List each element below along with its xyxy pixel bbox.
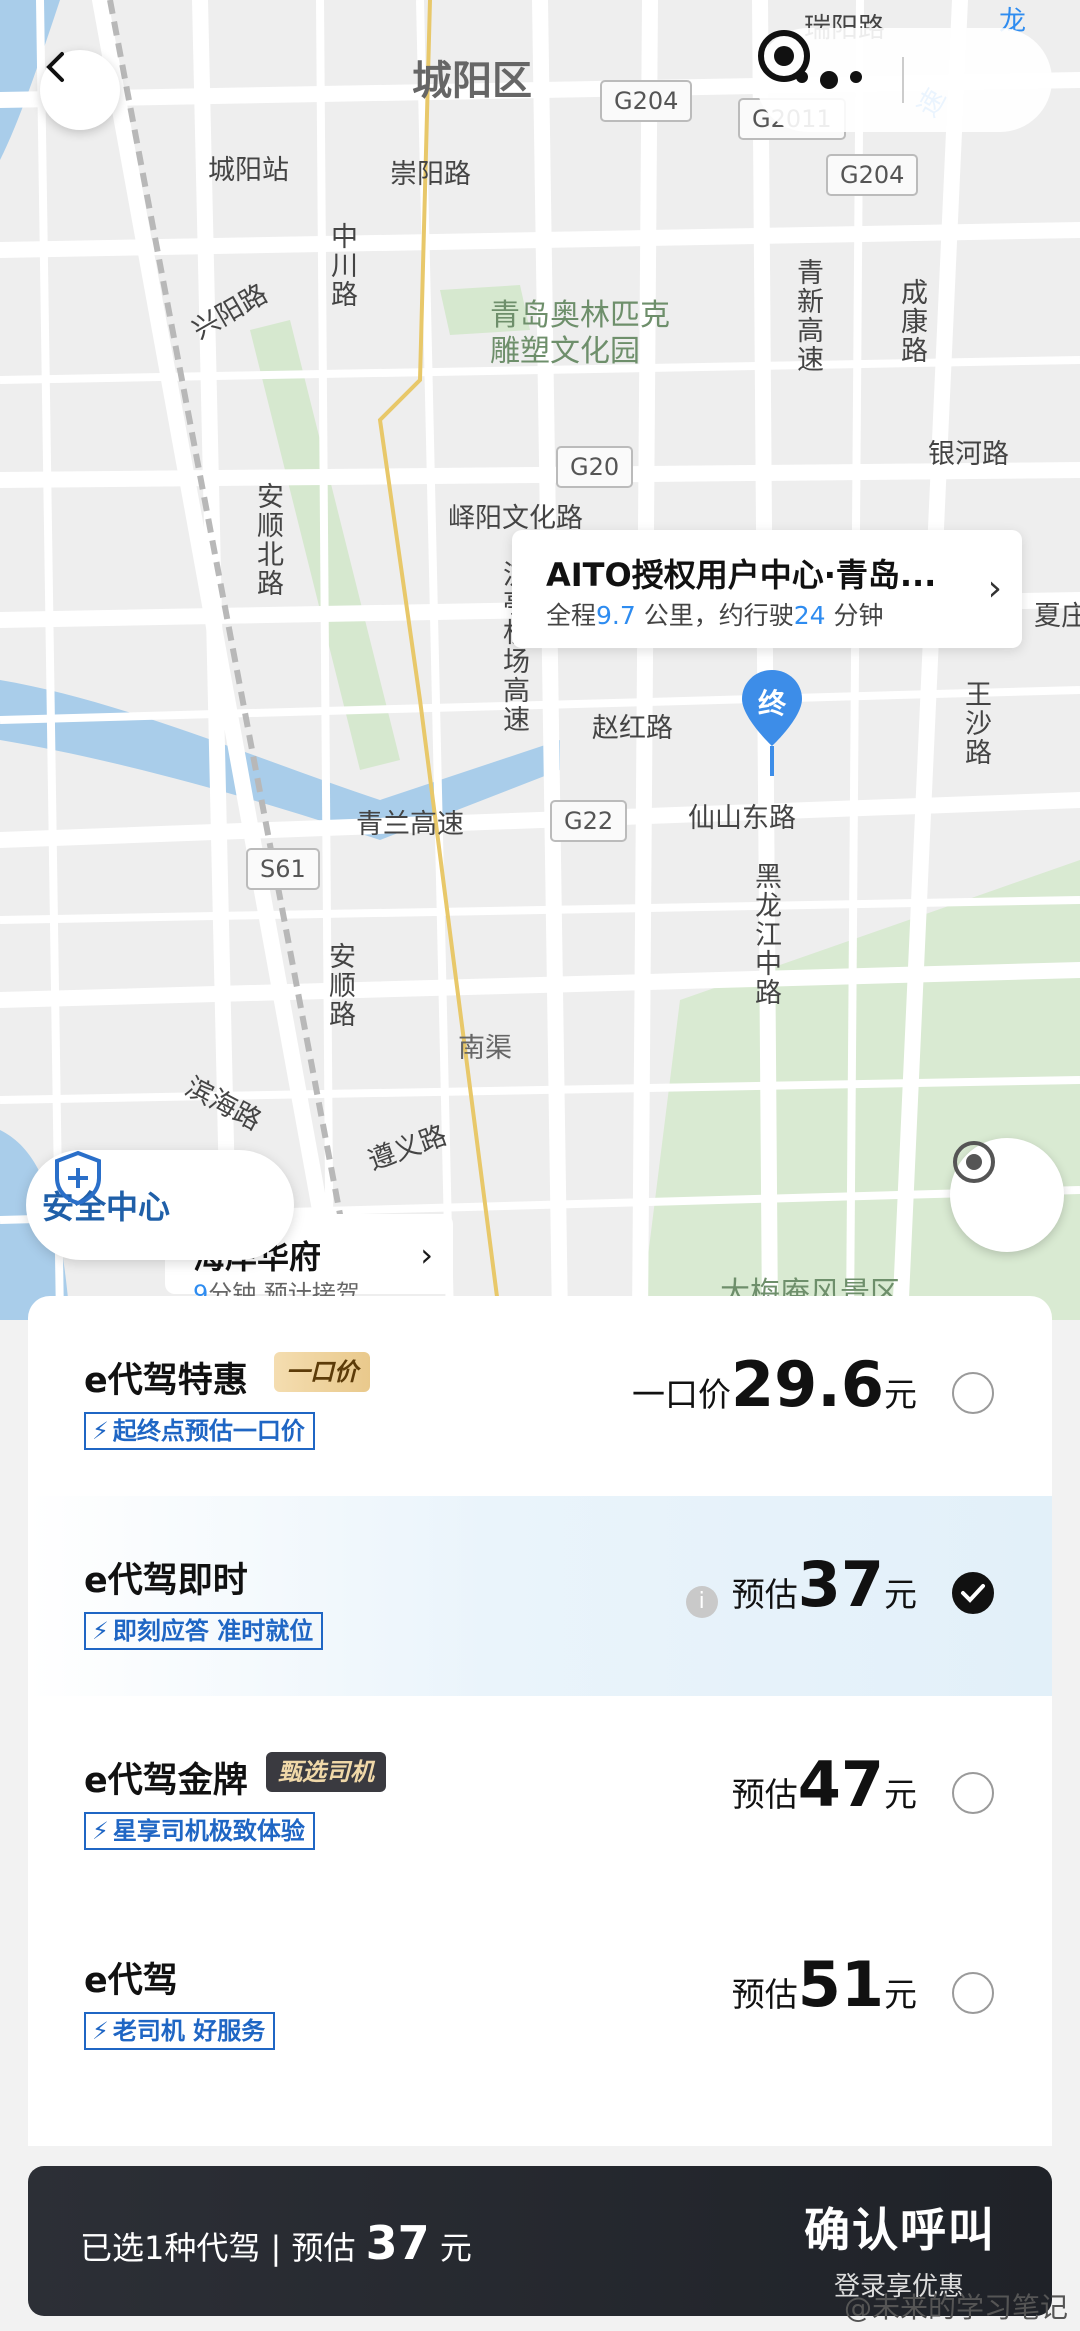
chevron-right-icon: › bbox=[420, 1236, 433, 1274]
option-price: 预估51元 bbox=[731, 1948, 917, 2021]
locate-icon bbox=[953, 1141, 995, 1183]
radio-checked[interactable] bbox=[952, 1572, 994, 1614]
station-label: 城阳站 bbox=[208, 155, 289, 186]
option-standard[interactable]: e代驾 ⚡ 老司机 好服务 预估51元 bbox=[28, 1896, 1052, 2096]
option-jishi[interactable]: e代驾即时 ⚡ 即刻应答 准时就位 i 预估37元 bbox=[28, 1496, 1052, 1696]
map-roads bbox=[0, 0, 1080, 1320]
radio-unchecked[interactable] bbox=[952, 1372, 994, 1414]
chevron-right-icon: › bbox=[987, 568, 1002, 609]
option-name: e代驾 bbox=[84, 1961, 178, 2001]
route-summary: 全程9.7 公里，约行驶24 分钟 bbox=[546, 601, 884, 630]
info-icon[interactable]: i bbox=[685, 1585, 718, 1618]
option-name: e代驾金牌 bbox=[84, 1761, 248, 1801]
area-label: 南渠 bbox=[458, 1033, 512, 1064]
option-jinpai[interactable]: e代驾金牌 甄选司机 ⚡ 星享司机极致体验 预估47元 bbox=[28, 1696, 1052, 1896]
option-tag: ⚡ 即刻应答 准时就位 bbox=[84, 1612, 324, 1650]
destination-card[interactable]: AITO授权用户中心·青岛... 全程9.7 公里，约行驶24 分钟 › bbox=[512, 530, 1022, 648]
lightning-icon: ⚡ bbox=[92, 2017, 109, 2045]
option-badge: 一口价 bbox=[274, 1352, 370, 1392]
option-tag: ⚡ 老司机 好服务 bbox=[84, 2012, 276, 2050]
option-tag: ⚡ 起终点预估一口价 bbox=[84, 1412, 315, 1450]
road-label: 赵红路 bbox=[592, 713, 673, 744]
watermark: @未来的学习笔记 bbox=[843, 2291, 1068, 2324]
check-icon bbox=[961, 1584, 985, 1603]
lightning-icon: ⚡ bbox=[92, 1817, 109, 1845]
road-label: 仙山东路 bbox=[688, 803, 796, 834]
highway-shield: G204 bbox=[600, 80, 693, 122]
service-options-panel: e代驾特惠 一口价 ⚡ 起终点预估一口价 一口价29.6元 e代驾即时 ⚡ 即刻应答… bbox=[28, 1296, 1052, 2146]
lightning-icon: ⚡ bbox=[92, 1417, 109, 1445]
option-price: i 预估37元 bbox=[685, 1548, 917, 1621]
road-label: 中川路 bbox=[326, 222, 357, 309]
road-label: 安顺北路 bbox=[252, 482, 283, 598]
road-label: 夏庄 bbox=[1034, 601, 1080, 632]
highway-shield: G204 bbox=[826, 154, 919, 196]
road-label: 青兰高速 bbox=[356, 809, 464, 840]
radio-unchecked[interactable] bbox=[952, 1772, 994, 1814]
selection-summary: 已选1种代驾 | 预估 37 元 bbox=[80, 2216, 472, 2270]
highway-shield: G22 bbox=[550, 800, 628, 842]
miniprogram-capsule bbox=[756, 28, 1052, 132]
option-price: 一口价29.6元 bbox=[632, 1348, 917, 1421]
pin-label: 终 bbox=[757, 687, 786, 720]
road-label: 银河路 bbox=[928, 439, 1009, 470]
option-tag: ⚡ 星享司机极致体验 bbox=[84, 1812, 315, 1850]
district-label: 城阳区 bbox=[412, 58, 532, 104]
safety-center-button[interactable]: 安全中心 bbox=[26, 1150, 294, 1260]
lightning-icon: ⚡ bbox=[92, 1617, 109, 1645]
road-label: 安顺路 bbox=[324, 942, 355, 1029]
target-icon bbox=[758, 30, 810, 82]
destination-name: AITO授权用户中心·青岛... bbox=[546, 556, 937, 594]
back-button[interactable] bbox=[40, 50, 120, 130]
chevron-left-icon bbox=[46, 52, 64, 82]
option-name: e代驾即时 bbox=[84, 1561, 248, 1601]
option-badge: 甄选司机 bbox=[266, 1752, 386, 1792]
road-label: 青新高速 bbox=[792, 258, 823, 374]
shield-plus-icon bbox=[55, 1150, 101, 1206]
locate-button[interactable] bbox=[950, 1138, 1064, 1252]
option-tehui[interactable]: e代驾特惠 一口价 ⚡ 起终点预估一口价 一口价29.6元 bbox=[28, 1296, 1052, 1496]
option-name: e代驾特惠 bbox=[84, 1361, 248, 1401]
highway-shield: S61 bbox=[246, 848, 320, 890]
poi-label: 雕塑文化园 bbox=[490, 334, 640, 369]
road-label: 黑龙江中路 bbox=[750, 862, 781, 1007]
radio-unchecked[interactable] bbox=[952, 1972, 994, 2014]
road-label: 崇阳路 bbox=[390, 159, 471, 190]
map-view[interactable]: 城阳区 瑞阳路 城阳站 崇阳路 中川路 兴阳路 青岛奥林匹克 雕塑文化园 青新高… bbox=[0, 0, 1080, 1320]
highway-shield: G20 bbox=[556, 446, 634, 488]
road-label: 成康路 bbox=[896, 278, 927, 365]
confirm-call-button[interactable]: 确认呼叫 bbox=[804, 2194, 996, 2260]
road-label: 王沙路 bbox=[960, 680, 991, 767]
option-price: 预估47元 bbox=[731, 1748, 917, 1821]
